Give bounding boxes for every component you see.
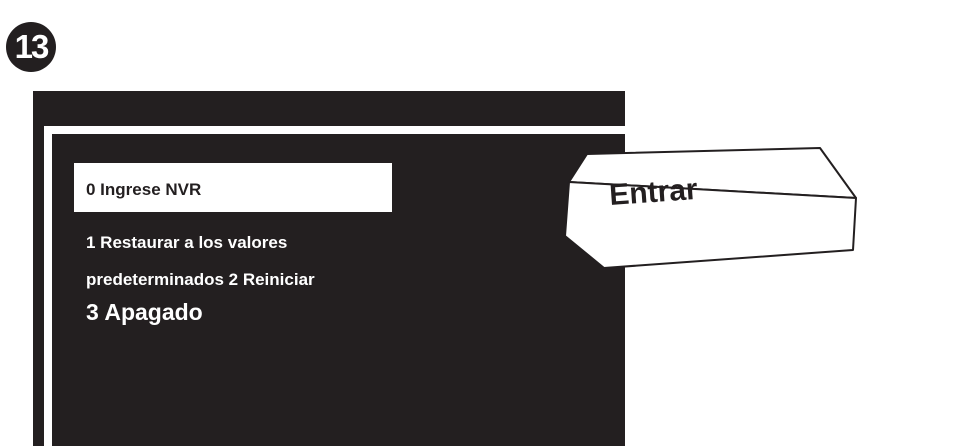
- enter-key-graphic[interactable]: Entrar: [0, 0, 954, 446]
- key-label: Entrar: [608, 173, 699, 212]
- enter-key-icon: Entrar: [0, 0, 954, 446]
- instruction-figure: 13 0 Ingrese NVR 1 Restaurar a los valor…: [0, 0, 954, 446]
